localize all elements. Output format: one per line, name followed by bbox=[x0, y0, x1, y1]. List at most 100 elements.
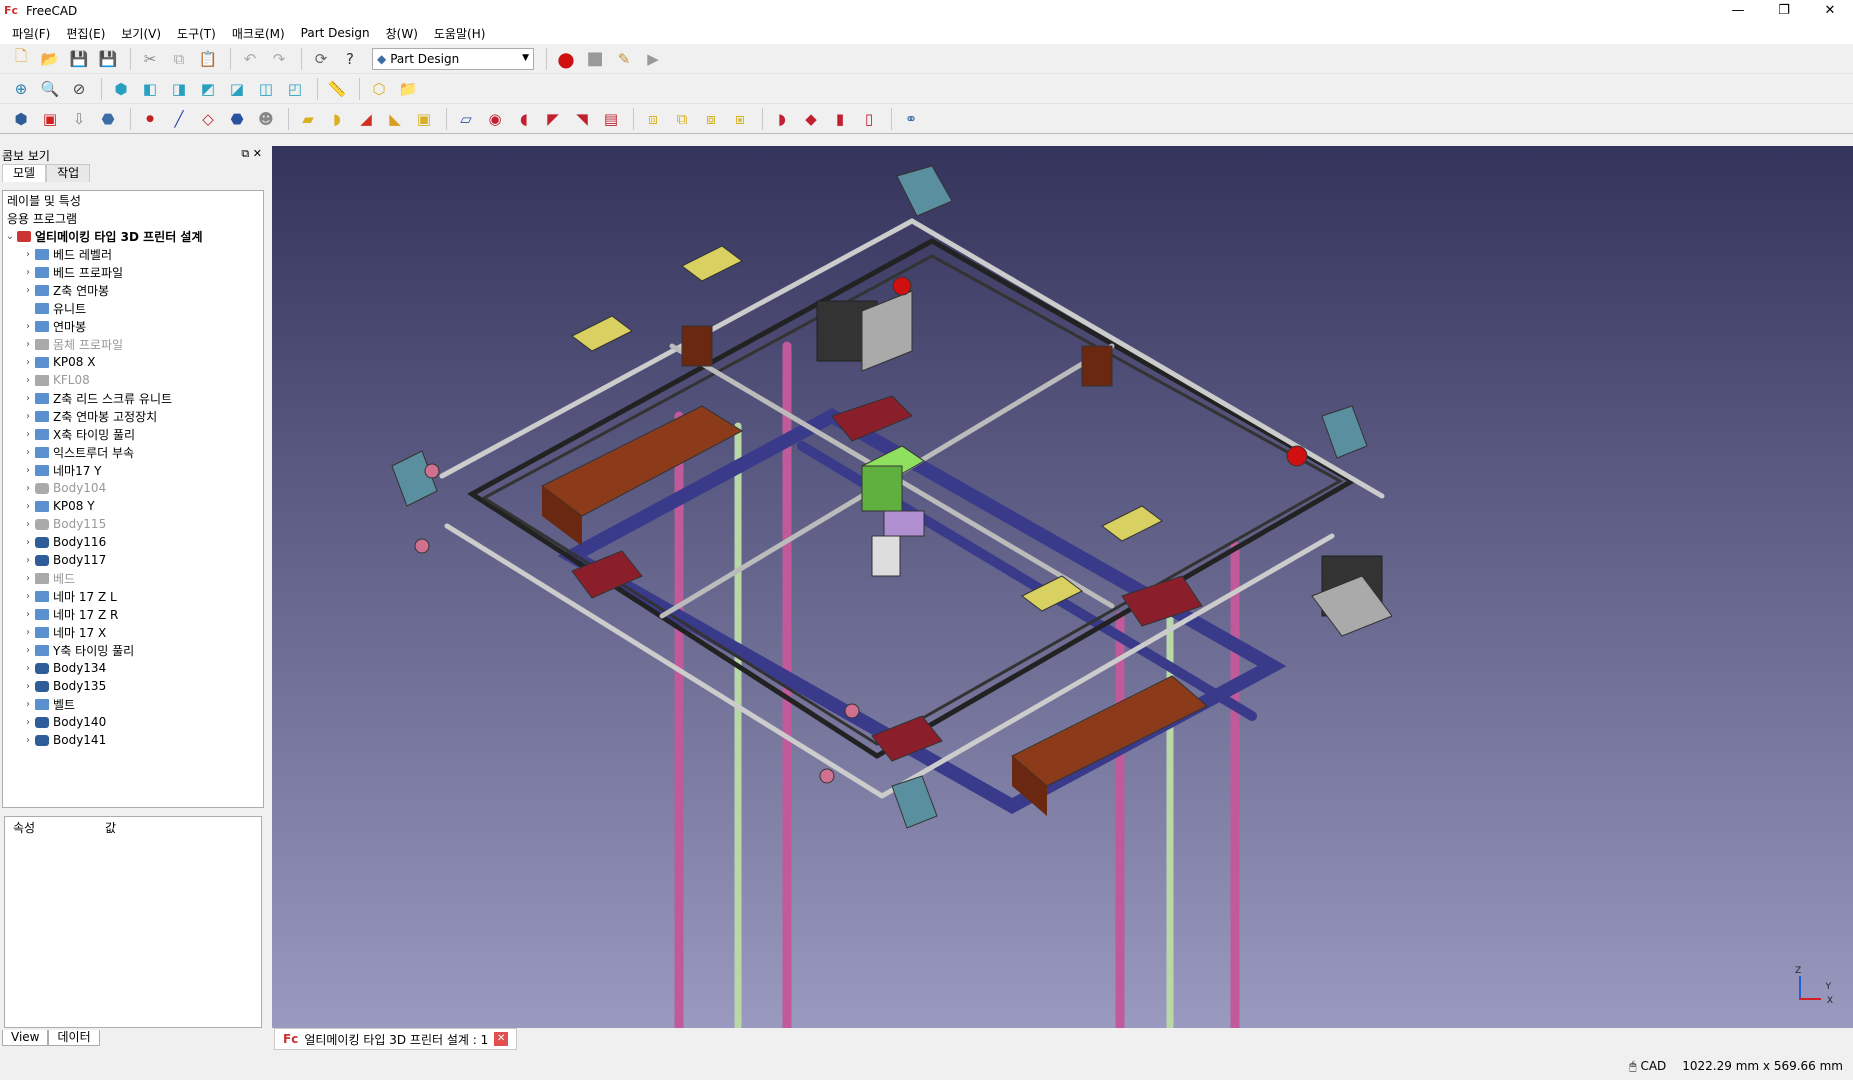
menu-edit[interactable]: 편집(E) bbox=[58, 25, 113, 42]
chevron-right-icon[interactable]: › bbox=[21, 339, 35, 350]
close-tab-icon[interactable]: ✕ bbox=[494, 1032, 509, 1046]
macro-stop-icon[interactable]: ■ bbox=[582, 46, 608, 72]
linear-pattern-icon[interactable]: ⧉ bbox=[669, 106, 695, 132]
isometric-icon[interactable]: ⬢ bbox=[108, 76, 134, 102]
copy-icon[interactable]: ⧉ bbox=[166, 46, 192, 72]
chevron-right-icon[interactable]: › bbox=[21, 573, 35, 584]
tree-item[interactable]: › Body115 bbox=[3, 515, 263, 533]
tree-item[interactable]: › Body134 bbox=[3, 659, 263, 677]
tab-view[interactable]: View bbox=[2, 1030, 49, 1046]
chevron-right-icon[interactable]: › bbox=[21, 411, 35, 422]
chevron-right-icon[interactable]: › bbox=[21, 519, 35, 530]
chevron-right-icon[interactable]: › bbox=[21, 555, 35, 566]
chevron-right-icon[interactable]: › bbox=[21, 483, 35, 494]
tree-item[interactable]: › 익스트루더 부속 bbox=[3, 443, 263, 461]
tree-item[interactable]: › Body135 bbox=[3, 677, 263, 695]
fit-selection-icon[interactable]: 🔍 bbox=[37, 76, 63, 102]
chevron-right-icon[interactable]: › bbox=[21, 609, 35, 620]
tree-item[interactable]: › Body117 bbox=[3, 551, 263, 569]
pocket-icon[interactable]: ▱ bbox=[453, 106, 479, 132]
tab-data[interactable]: 데이터 bbox=[48, 1030, 100, 1046]
additive-primitive-icon[interactable]: ▣ bbox=[411, 106, 437, 132]
tree-item[interactable]: › Y축 타이밍 풀리 bbox=[3, 641, 263, 659]
additive-pipe-icon[interactable]: ◣ bbox=[382, 106, 408, 132]
chevron-right-icon[interactable]: › bbox=[21, 591, 35, 602]
subtractive-loft-icon[interactable]: ◤ bbox=[540, 106, 566, 132]
chevron-right-icon[interactable]: › bbox=[21, 627, 35, 638]
draft-icon[interactable]: ▮ bbox=[827, 106, 853, 132]
chevron-right-icon[interactable]: › bbox=[21, 321, 35, 332]
menu-window[interactable]: 창(W) bbox=[378, 25, 426, 42]
chevron-right-icon[interactable]: › bbox=[21, 681, 35, 692]
datum-plane-icon[interactable]: ◇ bbox=[195, 106, 221, 132]
tree-item[interactable]: › Body140 bbox=[3, 713, 263, 731]
local-cs-icon[interactable]: ⬣ bbox=[224, 106, 250, 132]
bottom-view-icon[interactable]: ◫ bbox=[253, 76, 279, 102]
create-part-icon[interactable]: ⬡ bbox=[366, 76, 392, 102]
chevron-right-icon[interactable]: › bbox=[21, 537, 35, 548]
document-tab[interactable]: Fc 얼티메이킹 타입 3D 프린터 설계 : 1 ✕ bbox=[274, 1028, 518, 1050]
navigation-style[interactable]: CAD bbox=[1640, 1059, 1666, 1073]
menu-macro[interactable]: 매크로(M) bbox=[224, 25, 293, 42]
sketch-icon[interactable]: ▣ bbox=[37, 106, 63, 132]
menu-help[interactable]: 도움말(H) bbox=[426, 25, 494, 42]
tree-item[interactable]: 레이블 및 특성 bbox=[3, 191, 263, 209]
tree-item[interactable]: ⌄ 얼티메이킹 타입 3D 프린터 설계 bbox=[3, 227, 263, 245]
tree-item[interactable]: › 연마봉 bbox=[3, 317, 263, 335]
tab-tasks[interactable]: 작업 bbox=[46, 164, 91, 182]
tree-item[interactable]: › 네마17 Y bbox=[3, 461, 263, 479]
chevron-right-icon[interactable]: › bbox=[21, 285, 35, 296]
chevron-right-icon[interactable]: › bbox=[21, 267, 35, 278]
subtractive-pipe-icon[interactable]: ◥ bbox=[569, 106, 595, 132]
attach-icon[interactable]: ⇩ bbox=[66, 106, 92, 132]
tree-item[interactable]: › KP08 Y bbox=[3, 497, 263, 515]
rear-view-icon[interactable]: ◪ bbox=[224, 76, 250, 102]
shape-binder-icon[interactable]: ⬣ bbox=[95, 106, 121, 132]
cut-icon[interactable]: ✂ bbox=[137, 46, 163, 72]
tree-item[interactable]: › Body104 bbox=[3, 479, 263, 497]
hole-icon[interactable]: ◉ bbox=[482, 106, 508, 132]
tree-item[interactable]: › 베드 레벨러 bbox=[3, 245, 263, 263]
paste-icon[interactable]: 📋 bbox=[195, 46, 221, 72]
refresh-icon[interactable]: ⟳ bbox=[308, 46, 334, 72]
chevron-right-icon[interactable]: › bbox=[21, 357, 35, 368]
front-view-icon[interactable]: ◧ bbox=[137, 76, 163, 102]
model-tree[interactable]: 레이블 및 특성 응용 프로그램 ⌄ 얼티메이킹 타입 3D 프린터 설계 › 베드 레벨… bbox=[2, 190, 264, 808]
tree-item[interactable]: › Z축 연마봉 bbox=[3, 281, 263, 299]
3d-viewport[interactable]: Z Y X bbox=[272, 146, 1853, 1028]
undo-icon[interactable]: ↶ bbox=[237, 46, 263, 72]
workbench-selector[interactable]: ◆ Part Design ▼ bbox=[372, 47, 534, 70]
chevron-right-icon[interactable]: › bbox=[21, 375, 35, 386]
tree-item[interactable]: › 몸체 프로파일 bbox=[3, 335, 263, 353]
chevron-right-icon[interactable]: › bbox=[21, 663, 35, 674]
panel-float-close-icons[interactable]: ⧉ ✕ bbox=[241, 147, 262, 161]
chevron-down-icon[interactable]: ⌄ bbox=[3, 231, 17, 242]
macro-run-icon[interactable]: ▶ bbox=[640, 46, 666, 72]
tree-item[interactable]: › 베드 bbox=[3, 569, 263, 587]
subtractive-primitive-icon[interactable]: ▤ bbox=[598, 106, 624, 132]
tree-item[interactable]: › X축 타이밍 풀리 bbox=[3, 425, 263, 443]
tree-item[interactable]: › Body141 bbox=[3, 731, 263, 749]
datum-point-icon[interactable]: ● bbox=[137, 106, 163, 132]
chevron-right-icon[interactable]: › bbox=[21, 249, 35, 260]
whats-this-icon[interactable]: ? bbox=[337, 46, 363, 72]
groove-icon[interactable]: ◖ bbox=[511, 106, 537, 132]
tree-item[interactable]: 응용 프로그램 bbox=[3, 209, 263, 227]
tree-item[interactable]: 유니트 bbox=[3, 299, 263, 317]
datum-line-icon[interactable]: ╱ bbox=[166, 106, 192, 132]
multi-transform-icon[interactable]: ⧆ bbox=[727, 106, 753, 132]
restore-button[interactable]: ❐ bbox=[1761, 0, 1807, 22]
measure-icon[interactable]: 📏 bbox=[324, 76, 350, 102]
tree-item[interactable]: › 네마 17 Z R bbox=[3, 605, 263, 623]
minimize-button[interactable]: — bbox=[1715, 0, 1761, 22]
menu-view[interactable]: 보기(V) bbox=[113, 25, 169, 42]
chevron-right-icon[interactable]: › bbox=[21, 465, 35, 476]
tree-item[interactable]: › KFL08 bbox=[3, 371, 263, 389]
tree-item[interactable]: › Z축 연마봉 고정장치 bbox=[3, 407, 263, 425]
draw-style-icon[interactable]: ⊘ bbox=[66, 76, 92, 102]
chamfer-icon[interactable]: ◆ bbox=[798, 106, 824, 132]
mirrored-icon[interactable]: ⧈ bbox=[640, 106, 666, 132]
menu-tools[interactable]: 도구(T) bbox=[169, 25, 224, 42]
menu-part-design[interactable]: Part Design bbox=[293, 26, 378, 40]
tree-item[interactable]: › Z축 리드 스크류 유니트 bbox=[3, 389, 263, 407]
